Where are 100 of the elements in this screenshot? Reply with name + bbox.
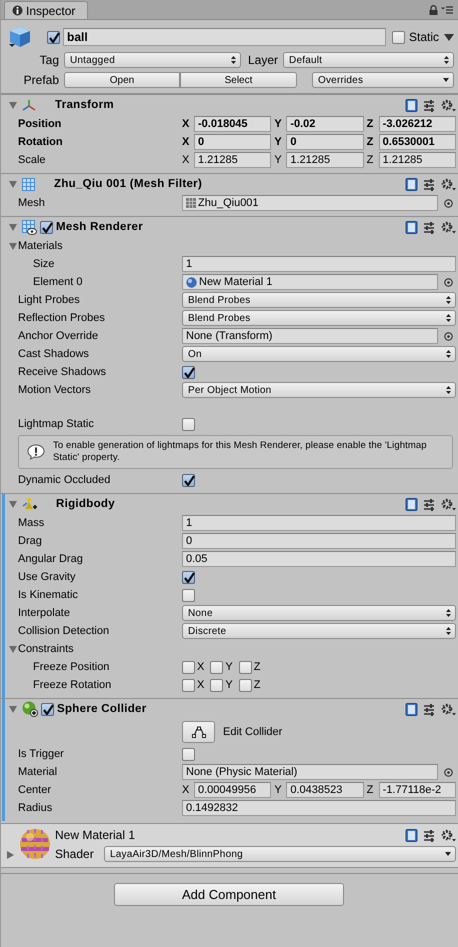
inspector-tab[interactable]: Inspector — [4, 1, 88, 19]
number-field[interactable]: 0 — [286, 134, 364, 150]
layer-dropdown[interactable]: Default — [283, 52, 454, 68]
object-picker-icon[interactable] — [444, 332, 453, 340]
checkbox[interactable] — [182, 418, 195, 430]
dropdown-arrow-icon[interactable] — [444, 34, 454, 40]
checkbox[interactable] — [182, 660, 195, 674]
number-field[interactable]: -1.77118e-2 — [378, 782, 456, 798]
number-field[interactable]: 1 — [182, 256, 456, 272]
checkbox[interactable] — [210, 678, 224, 692]
number-field[interactable]: 0.1492832 — [182, 800, 456, 816]
axis-label: Z — [366, 136, 374, 148]
shader-dropdown[interactable]: LayaAir3D/Mesh/BlinnPhong — [104, 846, 456, 862]
help-text: To enable generation of lightmaps for this Mesh Renderer, please enable the 'Lightmap Static' property. — [53, 440, 428, 464]
presets-icon[interactable] — [423, 498, 436, 510]
presets-icon[interactable] — [423, 702, 436, 716]
number-field[interactable]: 0.00049956 — [194, 782, 272, 798]
checkbox[interactable] — [238, 660, 252, 674]
foldout-arrow[interactable] — [5, 850, 15, 860]
number-field[interactable]: 1.21285 — [194, 152, 272, 168]
object-field[interactable]: Zhu_Qiu001 — [182, 195, 438, 211]
help-icon[interactable] — [405, 98, 418, 112]
number-field[interactable]: 0.6530001 — [378, 134, 456, 150]
number-field[interactable]: 0.0438523 — [286, 782, 364, 798]
checkbox[interactable] — [41, 702, 54, 716]
checkbox[interactable] — [392, 30, 405, 44]
checkbox[interactable] — [182, 366, 195, 378]
property-label: Light Probes — [18, 294, 81, 306]
foldout-arrow[interactable] — [8, 100, 18, 110]
material-name: New Material 1 — [55, 828, 136, 842]
object-picker-icon[interactable] — [444, 198, 453, 208]
dropdown[interactable]: Discrete — [182, 623, 456, 639]
foldout-arrow[interactable] — [8, 241, 18, 251]
foldout-label[interactable]: Materials — [18, 240, 63, 252]
checkbox[interactable] — [47, 30, 60, 44]
settings-icon[interactable] — [441, 498, 456, 510]
dropdown[interactable]: Per Object Motion — [182, 382, 456, 398]
checkbox[interactable] — [40, 220, 53, 234]
foldout-arrow[interactable] — [8, 704, 18, 714]
lock-icon[interactable] — [429, 5, 438, 15]
prefab-button[interactable]: Open — [64, 72, 180, 88]
grid-eye-icon — [22, 220, 37, 234]
foldout-arrow[interactable] — [8, 499, 18, 509]
add-component-button[interactable]: Add Component — [114, 883, 344, 906]
foldout-arrow[interactable] — [8, 222, 18, 232]
prefab-label: Prefab — [22, 73, 59, 87]
checkbox[interactable] — [182, 678, 195, 692]
number-field[interactable]: 0.05 — [182, 551, 456, 567]
updown-arrow-icon — [446, 350, 451, 358]
settings-icon[interactable] — [441, 828, 456, 842]
settings-icon[interactable] — [441, 98, 456, 112]
overrides-dropdown[interactable]: Overrides — [312, 72, 454, 88]
name-field[interactable]: ball — [63, 28, 386, 46]
updown-arrow-icon — [231, 56, 236, 64]
checkbox[interactable] — [210, 660, 224, 674]
help-icon[interactable] — [405, 702, 418, 716]
settings-icon[interactable] — [441, 178, 456, 190]
grid-icon — [22, 178, 35, 190]
checkbox[interactable] — [182, 474, 195, 486]
number-field[interactable]: -0.018045 — [194, 116, 272, 132]
checkbox[interactable] — [182, 748, 195, 760]
dropdown[interactable]: None — [182, 605, 456, 621]
help-icon[interactable] — [405, 220, 418, 234]
object-field[interactable]: None (Transform) — [182, 328, 438, 344]
edit-collider-button[interactable] — [182, 721, 215, 743]
foldout-arrow[interactable] — [8, 179, 18, 189]
object-picker-icon[interactable] — [444, 278, 453, 286]
prefab-button[interactable]: Select — [180, 72, 297, 88]
dropdown[interactable]: Blend Probes — [182, 292, 456, 308]
foldout-arrow[interactable] — [8, 644, 18, 654]
property-label: Mass — [18, 517, 46, 529]
settings-icon[interactable] — [441, 220, 456, 234]
foldout-label[interactable]: Constraints — [18, 643, 74, 655]
number-field[interactable]: -0.02 — [286, 116, 364, 132]
object-picker-icon[interactable] — [444, 768, 453, 776]
help-icon[interactable] — [405, 828, 418, 842]
number-field[interactable]: 0 — [194, 134, 272, 150]
dropdown[interactable]: Blend Probes — [182, 310, 456, 326]
property-label: Mesh — [18, 197, 46, 209]
help-icon[interactable] — [405, 498, 418, 510]
presets-icon[interactable] — [423, 828, 436, 842]
number-field[interactable]: 1.21285 — [378, 152, 456, 168]
checkbox[interactable] — [182, 570, 195, 584]
presets-icon[interactable] — [423, 220, 436, 234]
dropdown[interactable]: On — [182, 346, 456, 362]
number-field[interactable]: 0 — [182, 533, 456, 549]
number-field[interactable]: 1.21285 — [286, 152, 364, 168]
object-field[interactable]: New Material 1 — [182, 274, 438, 290]
tag-dropdown[interactable]: Untagged — [64, 52, 241, 68]
presets-icon[interactable] — [423, 178, 436, 190]
static-label: Static — [408, 30, 439, 44]
number-field[interactable]: 1 — [182, 515, 456, 531]
checkbox[interactable] — [182, 588, 195, 602]
menu-icon[interactable] — [441, 6, 453, 14]
presets-icon[interactable] — [423, 98, 436, 112]
object-field[interactable]: None (Physic Material) — [182, 764, 438, 780]
checkbox[interactable] — [238, 678, 252, 692]
help-icon[interactable] — [405, 178, 418, 190]
settings-icon[interactable] — [441, 702, 456, 716]
number-field[interactable]: -3.026212 — [378, 116, 456, 132]
